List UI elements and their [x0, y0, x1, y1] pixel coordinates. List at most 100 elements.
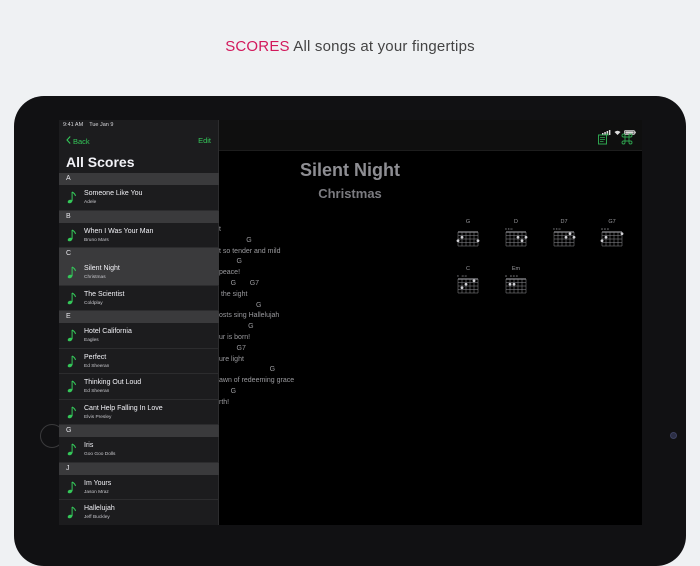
finger-dot: [464, 282, 468, 286]
lyric-line: t: [219, 226, 221, 233]
section-header: J: [59, 462, 219, 475]
finger-dot: [572, 235, 576, 239]
song-title: The Scientist: [84, 290, 125, 298]
song-row[interactable]: Iris Goo Goo Dolls: [59, 437, 219, 463]
song-row[interactable]: The Scientist Coldplay: [59, 286, 219, 311]
song-artist: Ed Sheeran: [84, 389, 110, 394]
lyric-line: G: [219, 323, 254, 331]
lyric-line: rth!: [219, 398, 230, 406]
music-note-icon: [67, 355, 77, 368]
music-note-icon: [67, 380, 77, 393]
chord-name: C: [466, 266, 470, 272]
song-artist: Goo Goo Dolls: [84, 452, 116, 457]
song-artist: Coldplay: [84, 300, 103, 306]
song-title: Cant Help Falling In Love: [84, 404, 163, 412]
finger-dot: [600, 239, 604, 243]
finger-dot: [568, 232, 572, 236]
music-note-icon: [67, 191, 77, 204]
page-title: All Scores: [66, 154, 135, 170]
headline-text: All songs at your fingertips: [289, 38, 475, 55]
section-header: C: [59, 248, 219, 260]
lyric-line: G G7: [219, 279, 260, 287]
song-artist: Eagles: [84, 338, 99, 343]
chord-grid: [600, 231, 624, 247]
score-subtitle: Christmas: [318, 186, 382, 201]
score-title: Silent Night: [300, 160, 400, 180]
section-header: E: [59, 311, 219, 323]
song-row[interactable]: When I Was Your Man Bruno Mars: [59, 223, 219, 248]
song-title: Hallelujah: [84, 505, 115, 512]
ipad-screen: Silent Night Christmas t Gt so tender an…: [59, 120, 642, 525]
status-time: 9:41 AM: [63, 122, 84, 128]
song-artist: Christmas: [84, 275, 106, 280]
lyric-line: G: [219, 366, 276, 374]
lyric-line: ur is born!: [219, 333, 251, 341]
lyric-line: the sight: [219, 290, 248, 298]
status-bar: 9:41 AM Tue Jan 9: [59, 120, 218, 130]
finger-dot: [476, 239, 480, 243]
song-row[interactable]: Cant Help Falling In Love Elvis Presley: [59, 400, 219, 425]
chord-diagram: D7 x x o: [552, 218, 576, 252]
score-view-icon[interactable]: [597, 132, 611, 146]
finger-dot: [460, 235, 464, 239]
lyric-line: G: [219, 301, 262, 309]
song-artist: Bruno Mars: [84, 237, 109, 243]
score-list: A Someone Like You Adele B When I Was Your M…: [59, 173, 219, 525]
scores-sidebar: 9:41 AM Tue Jan 9 Back Edit All Scores A…: [59, 120, 219, 525]
chord-name: D: [514, 219, 518, 225]
back-button[interactable]: Back: [66, 136, 90, 146]
finger-dot: [460, 286, 464, 290]
song-title: Silent Night: [84, 265, 120, 272]
finger-dot: [512, 282, 516, 286]
lyric-line: ure light: [219, 355, 244, 363]
music-note-icon: [67, 481, 77, 494]
music-note-icon: [67, 506, 77, 519]
chord-name: D7: [560, 219, 568, 225]
song-artist: Adele: [84, 200, 97, 205]
finger-dot: [456, 239, 460, 243]
section-header: A: [59, 173, 219, 185]
chord-diagram: G7 o o o: [600, 218, 624, 252]
song-title: When I Was Your Man: [84, 227, 154, 235]
finger-dot: [520, 239, 524, 243]
song-title: Someone Like You: [84, 190, 143, 197]
chord-grid: [505, 231, 528, 247]
wifi-icon: [614, 122, 621, 140]
music-note-icon: [67, 292, 77, 305]
chord-name: G7: [608, 219, 616, 225]
edit-button[interactable]: Edit: [198, 136, 211, 145]
lyric-line: awn of redeeming grace: [219, 377, 295, 385]
lyric-line: G: [219, 387, 237, 395]
song-row[interactable]: Thinking Out Loud Ed Sheeran: [59, 374, 219, 400]
song-row[interactable]: Hallelujah Jeff Buckley: [59, 500, 219, 525]
song-row[interactable]: Hotel California Eagles: [59, 323, 219, 349]
song-row[interactable]: Silent Night Christmas: [59, 260, 219, 286]
finger-dot: [604, 235, 608, 239]
song-artist: Elvis Presley: [84, 414, 112, 420]
command-icon[interactable]: [621, 132, 635, 146]
song-title: Im Yours: [84, 479, 112, 487]
chord-grid: [505, 278, 527, 294]
camera: [670, 432, 677, 439]
chevron-left-icon: [66, 136, 71, 146]
chord-grid: [456, 231, 480, 247]
chord-grid: [553, 231, 576, 247]
song-row[interactable]: Im Yours Jason Mraz: [59, 475, 219, 500]
section-header: G: [59, 425, 219, 437]
song-row[interactable]: Perfect Ed Sheeran: [59, 349, 219, 374]
headline-accent: SCORES: [225, 38, 290, 55]
song-title: Thinking Out Loud: [84, 379, 142, 386]
back-label: Back: [73, 136, 90, 146]
song-title: Perfect: [84, 353, 107, 361]
song-artist: Ed Sheeran: [84, 363, 110, 369]
song-title: Hotel California: [84, 328, 132, 335]
finger-dot: [524, 235, 528, 239]
lyric-line: G: [219, 258, 242, 266]
music-note-icon: [67, 266, 77, 279]
chord-diagram: Cx o o: [456, 265, 480, 299]
song-row[interactable]: Someone Like You Adele: [59, 185, 219, 211]
song-artist: Jeff Buckley: [84, 515, 110, 520]
song-artist: Jason Mraz: [84, 489, 109, 495]
lyric-line: t so tender and mild: [219, 247, 281, 255]
chord-diagram: Dx x o: [504, 218, 528, 252]
